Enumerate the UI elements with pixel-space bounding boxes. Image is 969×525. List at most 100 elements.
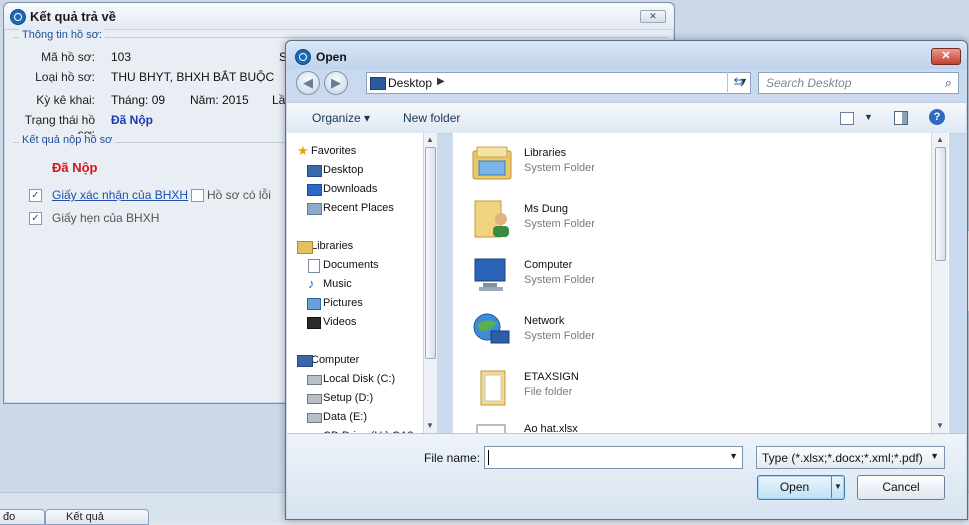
nam-value: Năm: 2015	[190, 93, 249, 107]
file-type: System Folder	[524, 218, 595, 230]
refresh-icon[interactable]: ⇆	[727, 72, 750, 92]
navigation-pane: Favorites ★ Desktop Downloads Recent Pla…	[287, 133, 437, 433]
forward-arrow-icon[interactable]: ▶	[324, 71, 348, 95]
open-split-dropdown-icon[interactable]: ▼	[831, 475, 844, 498]
nav-computer[interactable]: Computer	[311, 354, 359, 366]
view-dropdown-icon[interactable]: ▼	[864, 112, 873, 122]
address-text[interactable]: Desktop	[388, 76, 432, 90]
hard-disk-icon	[307, 394, 322, 404]
file-type: File folder	[524, 386, 573, 398]
open-dialog-title: Open	[316, 50, 347, 64]
libraries-icon	[297, 241, 313, 254]
ma-ho-so-label: Mã hồ sơ:	[41, 50, 95, 64]
file-name: Libraries	[524, 147, 567, 159]
nav-pictures[interactable]: Pictures	[323, 297, 363, 309]
downloads-icon	[307, 184, 322, 196]
ma-ho-so-value: 103	[111, 50, 132, 64]
file-item-libraries[interactable]: Libraries System Folder	[471, 141, 671, 191]
view-options-icon[interactable]	[840, 112, 854, 125]
close-button[interactable]: ✕	[640, 10, 666, 23]
checkbox-ho-so-loi[interactable]	[191, 189, 204, 202]
desktop-icon	[370, 77, 386, 90]
nav-music[interactable]: Music	[323, 278, 352, 290]
giay-xac-nhan-link[interactable]: Giấy xác nhận của BHXH	[52, 188, 188, 202]
file-item-ao-hat[interactable]: Ao hat.xlsx	[471, 421, 671, 433]
nav-libraries[interactable]: Libraries	[311, 240, 353, 252]
desktop-icon	[307, 165, 322, 177]
file-item-ms-dung[interactable]: Ms Dung System Folder	[471, 197, 671, 247]
nav-scroll-thumb[interactable]	[425, 147, 436, 359]
loai-ho-so-label: Loại hồ sơ:	[35, 70, 95, 84]
background-tab-ket-qua[interactable]: Kết quả	[45, 509, 149, 525]
back-arrow-icon[interactable]: ◀	[296, 71, 320, 95]
file-type: System Folder	[524, 274, 595, 286]
result-window-title: Kết quả trả về	[30, 9, 116, 24]
file-name-input[interactable]: ▼	[484, 446, 743, 469]
star-icon: ★	[297, 143, 309, 158]
file-name-dropdown-icon[interactable]: ▼	[729, 451, 738, 461]
file-type-value[interactable]: Type (*.xlsx;*.docx;*.xml;*.pdf)	[762, 451, 923, 465]
checkbox-giay-hen[interactable]: ✓	[29, 212, 42, 225]
help-icon[interactable]: ?	[929, 109, 945, 125]
ky-ke-khai-label: Kỳ kê khai:	[36, 93, 95, 107]
giay-hen-label: Giấy hẹn của BHXH	[52, 211, 160, 225]
file-type-dropdown-icon[interactable]: ▼	[930, 451, 939, 461]
background-tab[interactable]: đo	[0, 509, 45, 525]
nav-recent-places[interactable]: Recent Places	[323, 202, 394, 214]
file-scroll-thumb[interactable]	[935, 147, 946, 261]
file-type-select[interactable]: Type (*.xlsx;*.docx;*.xml;*.pdf) ▼	[756, 446, 945, 469]
lan-truncated: Lầ	[272, 93, 286, 107]
file-list-pane: Libraries System Folder Ms Dung System F…	[452, 133, 949, 433]
nav-videos[interactable]: Videos	[323, 316, 356, 328]
nav-desktop[interactable]: Desktop	[323, 164, 363, 176]
file-item-computer[interactable]: Computer System Folder	[471, 253, 671, 303]
thang-value: Tháng: 09	[111, 93, 166, 107]
file-type: System Folder	[524, 162, 595, 174]
result-titlebar: Kết quả trả về ✕	[4, 3, 674, 30]
folder-icon	[480, 370, 506, 406]
search-icon[interactable]: ⌕	[945, 75, 952, 91]
nav-documents[interactable]: Documents	[323, 259, 379, 271]
nav-scrollbar[interactable]: ▲ ▼	[423, 133, 437, 433]
nav-downloads[interactable]: Downloads	[323, 183, 377, 195]
nav-setup-drive[interactable]: Setup (D:)	[323, 392, 373, 404]
computer-icon	[474, 258, 506, 291]
close-button[interactable]: ✕	[931, 48, 961, 65]
file-name: Ms Dung	[524, 203, 569, 215]
user-folder-icon	[474, 200, 509, 238]
search-placeholder[interactable]: Search Desktop	[766, 76, 851, 90]
organize-button[interactable]: Organize ▾	[312, 111, 370, 125]
nav-local-disk[interactable]: Local Disk (C:)	[323, 373, 395, 385]
search-box[interactable]: Search Desktop ⌕	[758, 72, 959, 94]
result-status: Đã Nộp	[52, 160, 98, 175]
file-item-etaxsign[interactable]: ETAXSIGN File folder	[471, 365, 671, 415]
preview-pane-icon[interactable]	[894, 111, 908, 125]
file-scrollbar[interactable]: ▲ ▼	[931, 133, 948, 433]
cancel-button[interactable]: Cancel	[857, 475, 945, 500]
nav-data-drive[interactable]: Data (E:)	[323, 411, 367, 423]
app-logo-icon	[295, 49, 311, 65]
open-dialog: Open ✕ ◀ ▶ Desktop ▶ ▼ ⇆ Search Desktop …	[285, 40, 968, 520]
nav-favorites[interactable]: Favorites	[311, 145, 356, 157]
network-icon	[473, 313, 510, 344]
file-name: Network	[524, 315, 565, 327]
file-item-network[interactable]: Network System Folder	[471, 309, 671, 359]
videos-icon	[307, 317, 321, 329]
pictures-icon	[307, 298, 321, 310]
music-icon: ♪	[308, 276, 315, 291]
documents-icon	[308, 259, 320, 273]
address-bar[interactable]: Desktop ▶ ▼	[366, 72, 751, 94]
scroll-up-icon[interactable]: ▲	[936, 135, 944, 144]
recent-places-icon	[307, 203, 322, 215]
scroll-down-icon[interactable]: ▼	[426, 421, 434, 430]
hard-disk-icon	[307, 413, 322, 423]
scroll-up-icon[interactable]: ▲	[426, 135, 434, 144]
file-name: ETAXSIGN	[524, 371, 579, 383]
toolbar: Organize ▾ New folder ▼ ?	[287, 102, 966, 134]
checkbox-xac-nhan[interactable]: ✓	[29, 189, 42, 202]
new-folder-button[interactable]: New folder	[403, 111, 460, 125]
open-button-label[interactable]: Open	[758, 476, 831, 499]
breadcrumb-arrow-icon[interactable]: ▶	[437, 76, 445, 87]
file-name: Ao hat.xlsx	[524, 423, 578, 433]
scroll-down-icon[interactable]: ▼	[936, 421, 944, 430]
